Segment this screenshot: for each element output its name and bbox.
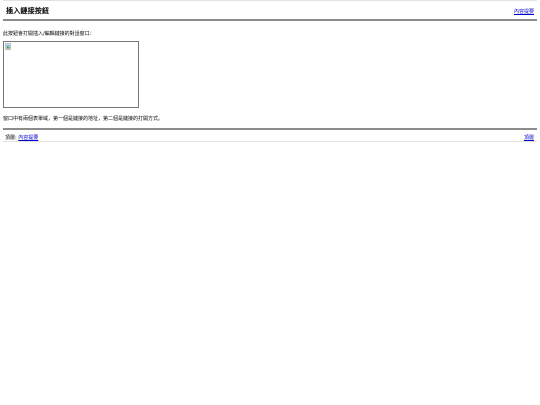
top-divider [3, 0, 537, 1]
dialog-screenshot-image [3, 41, 139, 108]
footer-top-label: 頂層: [5, 135, 17, 141]
footer-nav: 頂層: 內容提要 [5, 134, 38, 141]
footer-top-link[interactable]: 頂層 [524, 134, 534, 141]
page-header: 插入鏈接按鈕 內容提要 [3, 4, 537, 19]
page-title: 插入鏈接按鈕 [6, 7, 50, 15]
footer-divider [3, 128, 537, 130]
footer-contents-link[interactable]: 內容提要 [18, 135, 38, 141]
caption-text: 窗口中有兩個表單域，第一個是鏈接的地址，第二個是鏈接的打開方式。 [3, 116, 164, 122]
help-page: 插入鏈接按鈕 內容提要 此按鈕會打開插入/編輯鏈接的對話窗口： 窗口中有兩個表單… [3, 0, 537, 142]
bottom-divider [3, 141, 537, 142]
page-footer: 頂層: 內容提要 頂層 [3, 131, 537, 141]
header-divider [3, 19, 537, 21]
intro-text: 此按鈕會打開插入/編輯鏈接的對話窗口： [3, 31, 95, 37]
contents-link[interactable]: 內容提要 [514, 8, 534, 15]
broken-image-icon [5, 43, 11, 50]
